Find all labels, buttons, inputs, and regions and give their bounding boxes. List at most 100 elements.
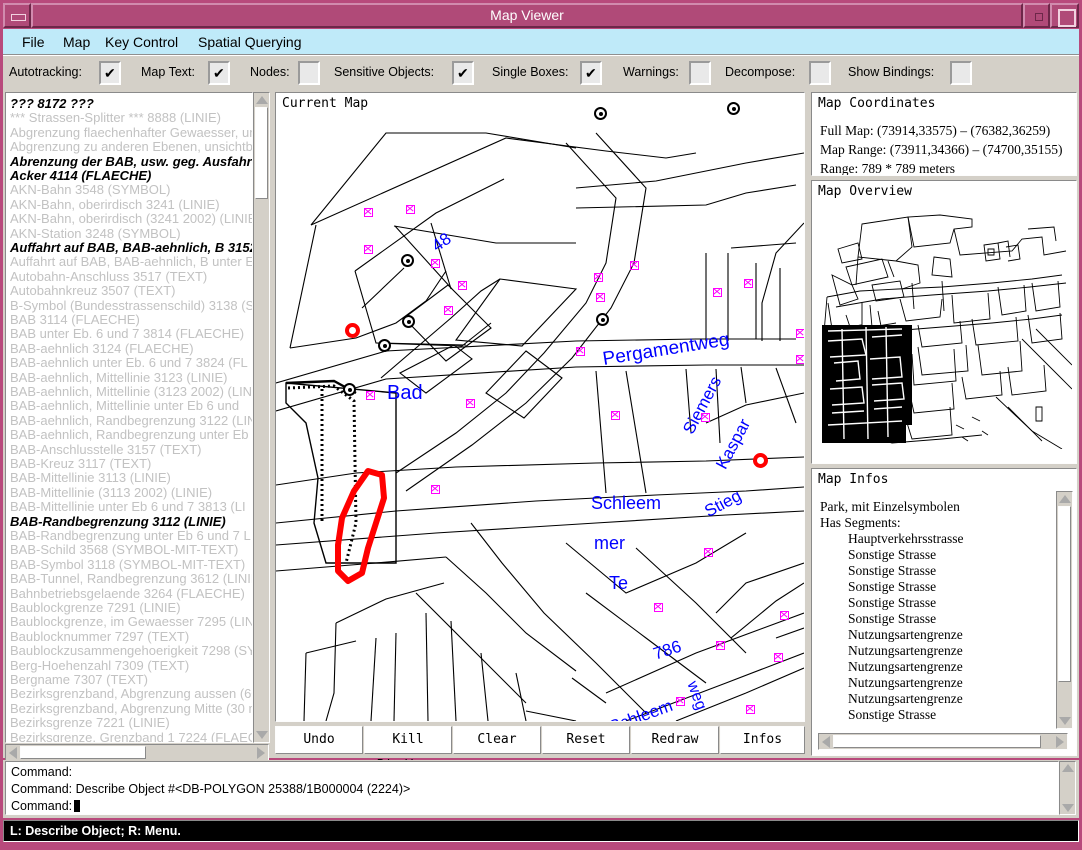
map-object-symbol[interactable]: [746, 705, 755, 714]
map-info-line: Sonstige Strasse: [848, 707, 937, 722]
menu-item-file[interactable]: File: [17, 33, 50, 51]
map-object-symbol[interactable]: [611, 411, 620, 420]
redraw-button[interactable]: Redraw: [631, 726, 719, 754]
map-node[interactable]: [596, 313, 609, 326]
map-object-symbol[interactable]: [713, 288, 722, 297]
vscroll-thumb[interactable]: [255, 107, 268, 199]
map-node[interactable]: [401, 254, 414, 267]
map-street-label: Bad: [387, 382, 423, 404]
map-selected-node[interactable]: [345, 323, 360, 338]
infos-button[interactable]: Infos: [720, 726, 805, 754]
map-object-symbol[interactable]: [744, 279, 753, 288]
command-console[interactable]: Command: Command: Describe Object #<DB-PO…: [5, 761, 1059, 815]
map-street-label: mer: [594, 533, 625, 553]
scroll-down-icon[interactable]: [256, 731, 268, 739]
restore-icon: [1035, 13, 1043, 21]
map-selected-node[interactable]: [753, 453, 768, 468]
object-type-list[interactable]: ??? 8172 ??? *** Strassen-Splitter *** 88…: [5, 92, 253, 743]
map-infos-caption: Map Infos: [818, 472, 889, 487]
map-street-label: Schleem: [591, 493, 662, 513]
map-object-symbol[interactable]: [676, 697, 685, 706]
map-object-symbol[interactable]: [796, 355, 804, 364]
map-object-symbol[interactable]: [366, 391, 375, 400]
map-object-symbol[interactable]: [701, 413, 710, 422]
map-node[interactable]: [343, 383, 356, 396]
current-map-caption: Current Map: [282, 96, 369, 111]
command-scroll-up-icon[interactable]: [1062, 764, 1074, 772]
map-object-symbol[interactable]: [704, 548, 713, 557]
current-map-canvas[interactable]: Current Map 48 Bad Pergamentweg Siemers …: [275, 92, 805, 722]
command-console-panel: Command: Command: Describe Object #<DB-PO…: [3, 760, 1079, 818]
command-vscrollbar[interactable]: [1059, 761, 1076, 815]
window-menu-button[interactable]: [3, 3, 31, 28]
list-item[interactable]: Bezirksgrenze, Grenzband 1 7224 (FLAEC: [10, 729, 252, 742]
map-infos-hscrollbar[interactable]: [818, 733, 1068, 750]
map-node[interactable]: [402, 315, 415, 328]
right-panel: Map Coordinates Full Map: (73914,33575) …: [809, 90, 1079, 758]
infos-scroll-left-icon[interactable]: [822, 736, 830, 748]
menu-item-map[interactable]: Map: [58, 33, 95, 51]
maximize-button[interactable]: [1050, 3, 1079, 28]
map-object-symbol[interactable]: [364, 245, 373, 254]
map-overview-panel[interactable]: Map Overview: [811, 180, 1077, 464]
map-info-line: Nutzungsartengrenze: [848, 643, 963, 658]
map-coordinate-line: Full Map: (73914,33575) – (76382,36259): [820, 123, 1051, 138]
map-viewer-window: Map Viewer File Map Key Control Spatial Que…: [0, 0, 1082, 850]
node-center-icon: [731, 106, 736, 111]
menu-item-spatial-querying[interactable]: Spatial Querying: [193, 33, 307, 51]
menu-item-key-control[interactable]: Key Control: [100, 33, 183, 51]
map-infos-panel: Map Infos Park, mit Einzelsymbolen Has Se…: [811, 468, 1077, 756]
map-object-symbol[interactable]: [406, 205, 415, 214]
map-object-symbol[interactable]: [596, 293, 605, 302]
map-object-symbol[interactable]: [576, 347, 585, 356]
map-object-symbol[interactable]: [774, 653, 783, 662]
scroll-left-icon[interactable]: [9, 747, 17, 759]
map-info-line: Park, mit Einzelsymbolen: [820, 499, 960, 514]
map-object-symbol[interactable]: [780, 611, 789, 620]
reset-button[interactable]: Reset: [542, 726, 630, 754]
map-object-symbol[interactable]: [796, 329, 804, 338]
object-list-hscrollbar[interactable]: [5, 744, 269, 761]
map-object-symbol[interactable]: [431, 485, 440, 494]
map-street-label: Te: [609, 573, 629, 593]
object-list-vscrollbar[interactable]: [253, 92, 270, 743]
map-object-symbol[interactable]: [716, 641, 725, 650]
map-node[interactable]: [378, 339, 391, 352]
map-object-symbol[interactable]: [431, 259, 440, 268]
clear-button[interactable]: Clear: [453, 726, 541, 754]
map-object-symbol[interactable]: [466, 399, 475, 408]
infos-vscroll-thumb[interactable]: [1058, 506, 1071, 682]
command-scroll-down-icon[interactable]: [1062, 804, 1074, 812]
map-infos-vscrollbar[interactable]: [1056, 491, 1073, 729]
map-object-symbol[interactable]: [364, 208, 373, 217]
node-center-icon: [600, 317, 605, 322]
infos-scroll-right-icon[interactable]: [1056, 736, 1064, 748]
map-info-line: Sonstige Strasse: [848, 595, 937, 610]
restore-button[interactable]: [1023, 3, 1050, 28]
undo-button[interactable]: Undo: [275, 726, 363, 754]
options-toolbar: Autotracking: ✔ Map Text: ✔ Nodes: Sensitive …: [3, 55, 1079, 90]
map-info-line: Nutzungsartengrenze: [848, 675, 963, 690]
map-object-symbol[interactable]: [654, 603, 663, 612]
map-object-symbol[interactable]: [444, 306, 453, 315]
infos-scroll-down-icon[interactable]: [1059, 717, 1071, 725]
checkbox-show-bindings[interactable]: [950, 61, 972, 85]
map-object-symbol[interactable]: [458, 281, 467, 290]
infos-hscroll-thumb[interactable]: [833, 735, 1041, 748]
scroll-up-icon[interactable]: [256, 96, 268, 104]
map-panel: Current Map 48 Bad Pergamentweg Siemers …: [273, 90, 807, 773]
hscroll-thumb[interactable]: [20, 746, 146, 759]
scroll-right-icon[interactable]: [257, 747, 265, 759]
status-bar: L: Describe Object; R: Menu.: [3, 820, 1079, 842]
map-object-symbol[interactable]: [630, 261, 639, 270]
kill-bindings-button[interactable]: Kill Bindings: [364, 726, 452, 773]
map-node[interactable]: [727, 102, 740, 115]
node-center-icon: [347, 387, 352, 392]
infos-scroll-up-icon[interactable]: [1059, 495, 1071, 503]
map-info-line: Hauptverkehrsstrasse: [848, 531, 964, 546]
command-line: Command: Describe Object #<DB-POLYGON 25…: [11, 782, 411, 796]
map-node[interactable]: [594, 107, 607, 120]
command-line: Command:: [11, 799, 81, 813]
map-object-symbol[interactable]: [594, 273, 603, 282]
map-vector-graphic: [276, 132, 804, 721]
